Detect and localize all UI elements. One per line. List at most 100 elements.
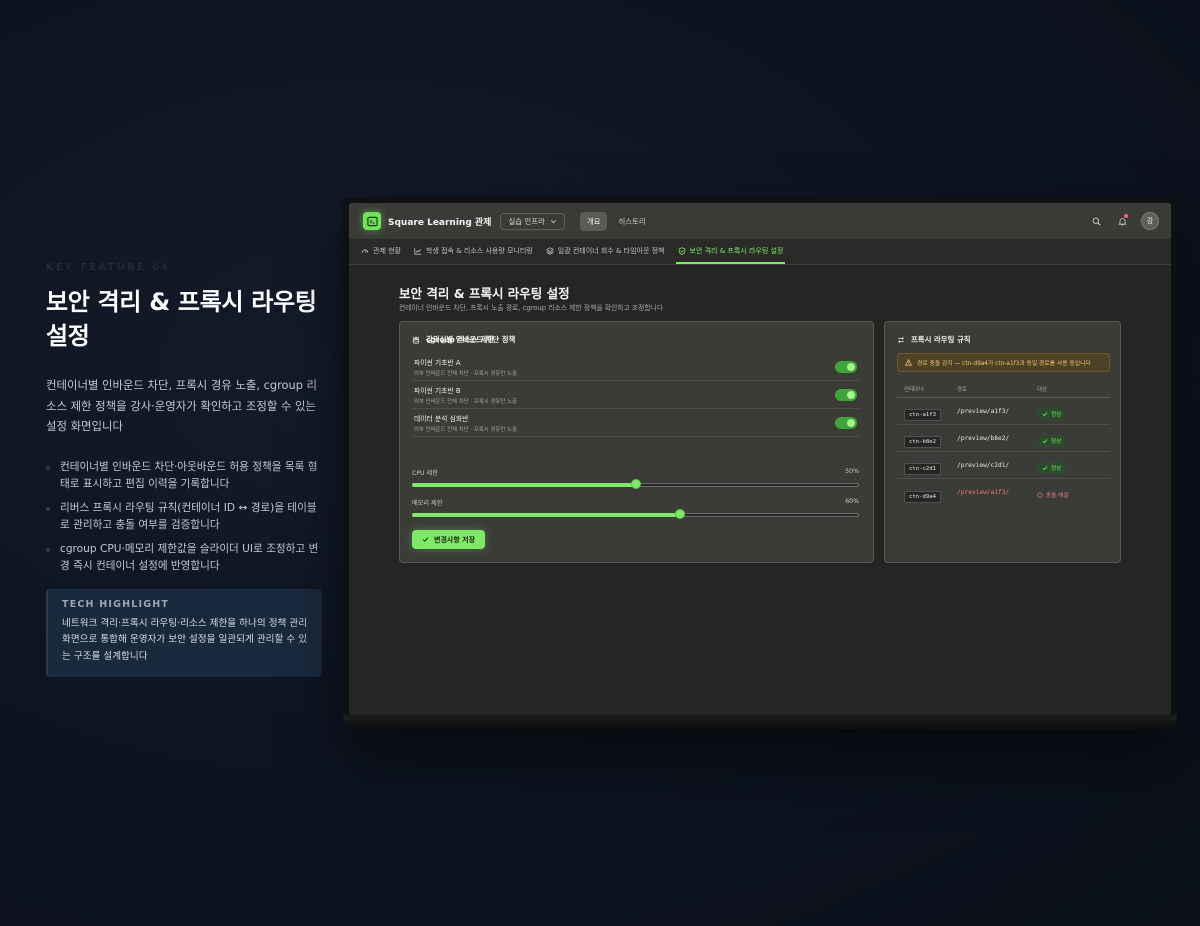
bullet-marker <box>46 547 50 552</box>
toggle-knob <box>847 362 855 371</box>
alert-circle-icon <box>1037 492 1043 498</box>
policy-description: 외부 인바운드 전체 차단 · 프록시 경유만 노출 <box>414 398 517 405</box>
laptop-base <box>343 715 1177 729</box>
conflict-resolve-label: 충돌 해결 <box>1046 493 1069 499</box>
tech-highlight-title: TECH HIGHLIGHT <box>62 598 170 610</box>
policy-toggle[interactable] <box>835 360 857 373</box>
status-cell: 정상 <box>1037 429 1110 448</box>
status-badge: 정상 <box>1037 461 1067 474</box>
toggle-knob <box>847 390 855 399</box>
status-badge-label: 정상 <box>1051 465 1062 472</box>
bell-icon[interactable] <box>1115 214 1129 228</box>
tech-highlight-text: 네트워크 격리·프록시 라우팅·리소스 제한을 하나의 정책 관리 화면으로 통… <box>62 617 308 662</box>
status-badge-label: 정상 <box>1051 411 1062 418</box>
memory-slider-thumb[interactable] <box>676 510 684 518</box>
container-id-chip: ctn-a1f3 <box>904 409 941 421</box>
terminal-logo-icon[interactable] <box>363 212 381 230</box>
app-topbar: Square Learning 관제 실습 인프라 개요 히스토리 강 <box>349 203 1171 239</box>
container-cell: ctn-d9a4 <box>897 483 957 503</box>
tab-security-routing[interactable]: 보안 격리 & 프록시 라우팅 설정 <box>675 239 786 264</box>
bullet-marker <box>46 506 50 511</box>
table-row[interactable]: ctn-b8e2 /preview/b8e2/ 정상 <box>897 425 1110 452</box>
memory-limit-label: 메모리 제한 <box>412 500 443 507</box>
policy-toggle[interactable] <box>835 388 857 401</box>
column-container: 컨테이너 <box>904 386 924 393</box>
tech-highlight-box: TECH HIGHLIGHT 네트워크 격리·프록시 라우팅·리소스 제한을 하… <box>46 588 322 677</box>
policy-info: 파이썬 기초반 A 외부 인바운드 전체 차단 · 프록시 경유만 노출 <box>414 357 517 377</box>
tab-monitoring-label: 학생 접속 & 리소스 사용량 모니터링 <box>426 246 533 255</box>
cgroup-title: cgroup 리소스 제한 <box>426 335 495 344</box>
tab-timeout-policy[interactable]: 일괄 컨테이너 회수 & 타임아웃 정책 <box>544 239 667 264</box>
memory-slider-fill <box>412 513 679 517</box>
container-cell: ctn-b8e2 <box>897 428 957 448</box>
policy-name: 파이썬 기초반 B <box>414 386 461 395</box>
routing-table-header: 컨테이너 경로 대상 <box>897 380 1110 398</box>
save-changes-button[interactable]: 변경사항 저장 <box>412 530 486 549</box>
cgroup-header: cgroup 리소스 제한 <box>412 334 494 345</box>
route-conflict-text: 경로 충돌 감지 — ctn-d9a4가 ctn-a1f3과 동일 경로를 사용… <box>917 361 1091 367</box>
check-icon <box>1042 465 1048 470</box>
feature-bullet: 컨테이너별 인바운드 차단·아웃바운드 허용 정책을 목록 형태로 표시하고 편… <box>46 459 326 493</box>
page-subtitle: 컨테이너 인바운드 차단, 프록시 노출 경로, cgroup 리소스 제한 정… <box>399 304 664 312</box>
environment-select[interactable]: 실습 인프라 <box>500 212 565 230</box>
cpu-limit-label: CPU 제한 <box>412 470 438 477</box>
check-icon <box>422 537 429 542</box>
topbar-actions: 강 <box>1089 212 1159 230</box>
tab-security-routing-label: 보안 격리 & 프록시 라우팅 설정 <box>689 246 784 255</box>
search-icon[interactable] <box>1089 214 1103 228</box>
policy-row: 파이썬 기초반 B 외부 인바운드 전체 차단 · 프록시 경유만 노출 <box>412 381 859 409</box>
cpu-slider-thumb[interactable] <box>631 480 640 488</box>
routing-table: 컨테이너 경로 대상 ctn-a1f3 /preview/a1f3/ 정상 ct… <box>897 380 1110 506</box>
check-icon <box>1042 411 1048 416</box>
proxy-routing-card: 프록시 라우팅 규칙 경로 충돌 감지 — ctn-d9a4가 ctn-a1f3… <box>884 321 1121 563</box>
policy-toggle[interactable] <box>835 416 857 429</box>
column-target: 대상 <box>1037 386 1047 393</box>
status-cell: 충돌 해결 <box>1037 483 1110 502</box>
section-nav: 관제 현황 학생 접속 & 리소스 사용량 모니터링 일괄 컨테이너 회수 & … <box>349 239 1171 265</box>
feature-bullets: 컨테이너별 인바운드 차단·아웃바운드 허용 정책을 목록 형태로 표시하고 편… <box>46 459 326 575</box>
notification-dot <box>1124 214 1128 218</box>
path-cell: /preview/b8e2/ <box>957 434 1010 442</box>
policy-description: 외부 인바운드 전체 차단 · 프록시 경유만 노출 <box>414 426 517 433</box>
top-tabs: 개요 히스토리 <box>579 211 653 231</box>
table-row[interactable]: ctn-d9a4 /preview/a1f3/ 충돌 해결 <box>897 479 1110 506</box>
cpu-limit-value: 50% <box>845 468 859 475</box>
cpu-limit-labels: CPU 제한 50% <box>412 468 859 477</box>
tab-dashboard[interactable]: 관제 현황 <box>359 239 403 264</box>
feature-kicker: KEY FEATURE 04 <box>46 262 171 273</box>
table-row[interactable]: ctn-c2d1 /preview/c2d1/ 정상 <box>897 452 1110 479</box>
chevron-down-icon <box>550 219 556 223</box>
policy-row: 데이터 분석 심화반 외부 인바운드 전체 차단 · 프록시 경유만 노출 <box>412 409 859 437</box>
memory-limit-value: 60% <box>845 498 859 505</box>
policy-row: 파이썬 기초반 A 외부 인바운드 전체 차단 · 프록시 경유만 노출 <box>412 353 859 381</box>
container-id-chip: ctn-c2d1 <box>904 463 941 475</box>
feature-title-line-2: 설정 <box>46 322 90 350</box>
column-path: 경로 <box>957 386 967 393</box>
tab-history[interactable]: 히스토리 <box>611 212 652 231</box>
policy-info: 파이썬 기초반 B 외부 인바운드 전체 차단 · 프록시 경유만 노출 <box>414 385 517 405</box>
policy-description: 외부 인바운드 전체 차단 · 프록시 경유만 노출 <box>414 370 517 377</box>
memory-limit-slider[interactable] <box>412 510 859 518</box>
status-cell: 정상 <box>1037 402 1110 421</box>
chart-icon <box>414 247 422 255</box>
cpu-limit-slider[interactable] <box>412 480 859 488</box>
policy-info: 데이터 분석 심화반 외부 인바운드 전체 차단 · 프록시 경유만 노출 <box>414 413 517 433</box>
toggle-knob <box>847 418 855 427</box>
feature-bullet-text: 리버스 프록시 라우팅 규칙(컨테이너 ID ↔ 경로)을 테이블로 관리하고 … <box>60 501 317 531</box>
app-screen: Square Learning 관제 실습 인프라 개요 히스토리 강 관제 현… <box>349 203 1171 715</box>
avatar[interactable]: 강 <box>1141 212 1159 230</box>
app-brand: Square Learning 관제 <box>388 217 492 228</box>
tab-monitoring[interactable]: 학생 접속 & 리소스 사용량 모니터링 <box>412 239 535 264</box>
conflict-resolve-link[interactable]: 충돌 해결 <box>1037 491 1068 499</box>
save-changes-label: 변경사항 저장 <box>434 535 476 544</box>
table-row[interactable]: ctn-a1f3 /preview/a1f3/ 정상 <box>897 398 1110 425</box>
memory-limit-control: 메모리 제한 60% <box>412 498 859 518</box>
inbound-policy-card: 강의실별 인바운드 차단 정책 파이썬 기초반 A 외부 인바운드 전체 차단 … <box>399 321 874 563</box>
proxy-routing-title: 프록시 라우팅 규칙 <box>911 335 971 344</box>
path-cell: /preview/c2d1/ <box>957 461 1010 469</box>
status-badge: 정상 <box>1037 407 1067 420</box>
tab-overview[interactable]: 개요 <box>579 211 608 231</box>
status-badge: 정상 <box>1037 434 1067 447</box>
status-cell: 정상 <box>1037 456 1110 475</box>
shield-icon <box>678 246 685 255</box>
